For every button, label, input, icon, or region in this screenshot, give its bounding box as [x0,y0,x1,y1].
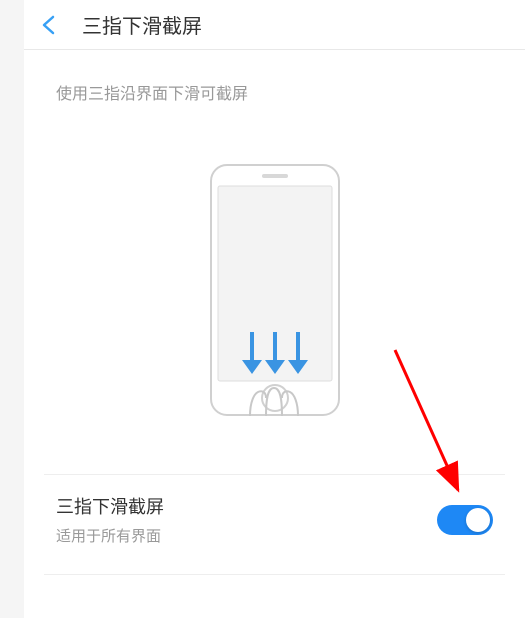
back-button[interactable] [38,13,62,37]
header: 三指下滑截屏 [24,0,525,50]
toggle-knob [466,508,490,532]
setting-subtitle: 适用于所有界面 [56,525,164,546]
phone-illustration [210,164,340,424]
illustration-area [24,124,525,474]
setting-row: 三指下滑截屏 适用于所有界面 [44,474,505,575]
description-area: 使用三指沿界面下滑可截屏 [24,50,525,124]
setting-text-block: 三指下滑截屏 适用于所有界面 [56,493,164,546]
setting-title: 三指下滑截屏 [56,493,164,519]
toggle-switch[interactable] [437,505,493,535]
description-text: 使用三指沿界面下滑可截屏 [56,80,493,104]
back-arrow-icon [38,13,62,37]
page-title: 三指下滑截屏 [82,10,202,39]
